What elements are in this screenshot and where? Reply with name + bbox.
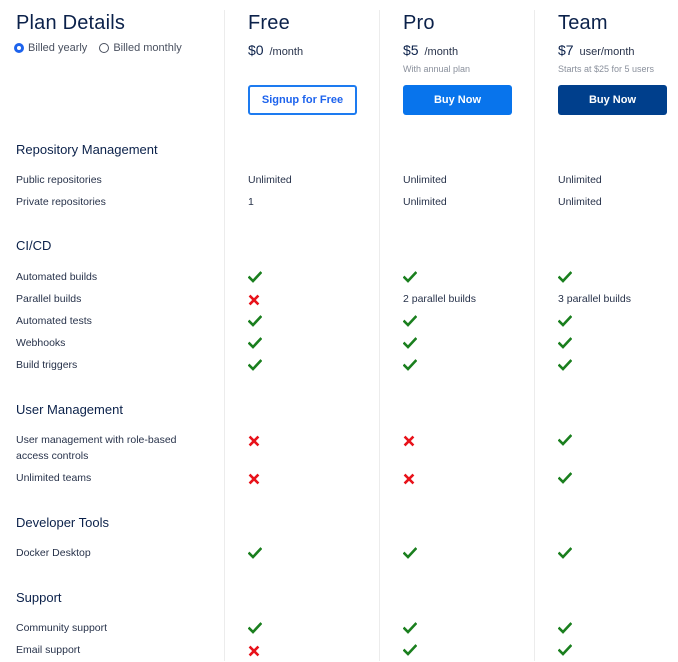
section-title: Developer Tools [16,515,109,530]
page-title: Plan Details [16,12,126,34]
check-icon [247,336,263,349]
check-icon [402,358,418,371]
cross-icon [403,472,415,485]
feature-value: Unlimited [558,196,602,208]
plan-note-team: Starts at $25 for 5 users [558,64,655,74]
check-icon [402,314,418,327]
feature-label: Private repositories [16,196,106,208]
feature-value: Unlimited [558,174,602,186]
plan-note-pro: With annual plan [403,64,471,74]
check-icon [402,546,418,559]
feature-label: Automated tests [16,315,92,327]
feature-value: Unlimited [403,196,447,208]
check-icon [402,270,418,283]
check-icon [402,621,418,634]
plan-name-free: Free [248,12,290,34]
cross-icon [248,293,260,306]
cross-icon [248,472,260,485]
radio-unselected-icon[interactable] [99,43,110,53]
feature-label: Parallel builds [16,293,82,305]
column-divider [379,10,380,661]
feature-label: Email support [16,644,81,656]
price-unit: /month [269,46,304,58]
buy-now-team-button[interactable]: Buy Now [558,85,667,115]
feature-label: Webhooks [16,337,66,349]
check-icon [557,643,573,656]
billed-yearly-radio[interactable]: Billed yearly [14,42,87,54]
section-title: CI/CD [16,238,52,253]
check-icon [247,358,263,371]
feature-value: 3 parallel builds [558,293,631,305]
cross-icon [248,434,260,447]
check-icon [247,314,263,327]
feature-label: Community support [16,622,108,634]
check-icon [557,546,573,559]
plan-price-free: $0 /month [248,42,303,58]
billing-toggle: Billed yearly Billed monthly [14,42,194,54]
buy-now-pro-button[interactable]: Buy Now [403,85,512,115]
feature-value: Unlimited [403,174,447,186]
plan-price-team: $7 user/month [558,42,635,58]
price-unit: /month [424,46,459,58]
check-icon [557,270,573,283]
column-divider [224,10,225,661]
check-icon [247,546,263,559]
billed-monthly-radio[interactable]: Billed monthly [99,42,182,54]
plan-name-team: Team [558,12,608,34]
price-amount: $0 [248,42,264,58]
check-icon [247,270,263,283]
cross-icon [248,644,260,657]
radio-selected-icon[interactable] [14,43,24,53]
column-divider [534,10,535,661]
check-icon [557,433,573,446]
feature-label: Docker Desktop [16,547,91,559]
check-icon [557,358,573,371]
check-icon [557,621,573,634]
check-icon [402,643,418,656]
feature-value: Unlimited [248,174,292,186]
billed-monthly-label: Billed monthly [113,42,182,54]
check-icon [247,621,263,634]
feature-value: 1 [248,196,254,208]
cross-icon [403,434,415,447]
plan-price-pro: $5 /month [403,42,458,58]
check-icon [402,336,418,349]
section-title: Support [16,590,62,605]
feature-label: Build triggers [16,359,78,371]
price-amount: $5 [403,42,419,58]
feature-label: Unlimited teams [16,472,92,484]
check-icon [557,471,573,484]
price-amount: $7 [558,42,574,58]
feature-label: User management with role-based access c… [16,434,177,462]
signup-free-button[interactable]: Signup for Free [248,85,357,115]
plan-name-pro: Pro [403,12,435,34]
feature-value: 2 parallel builds [403,293,476,305]
feature-label: Public repositories [16,174,102,186]
feature-label: Automated builds [16,271,98,283]
section-title: User Management [16,402,123,417]
billed-yearly-label: Billed yearly [28,42,88,54]
section-title: Repository Management [16,142,158,157]
price-unit: user/month [579,46,635,58]
check-icon [557,314,573,327]
check-icon [557,336,573,349]
